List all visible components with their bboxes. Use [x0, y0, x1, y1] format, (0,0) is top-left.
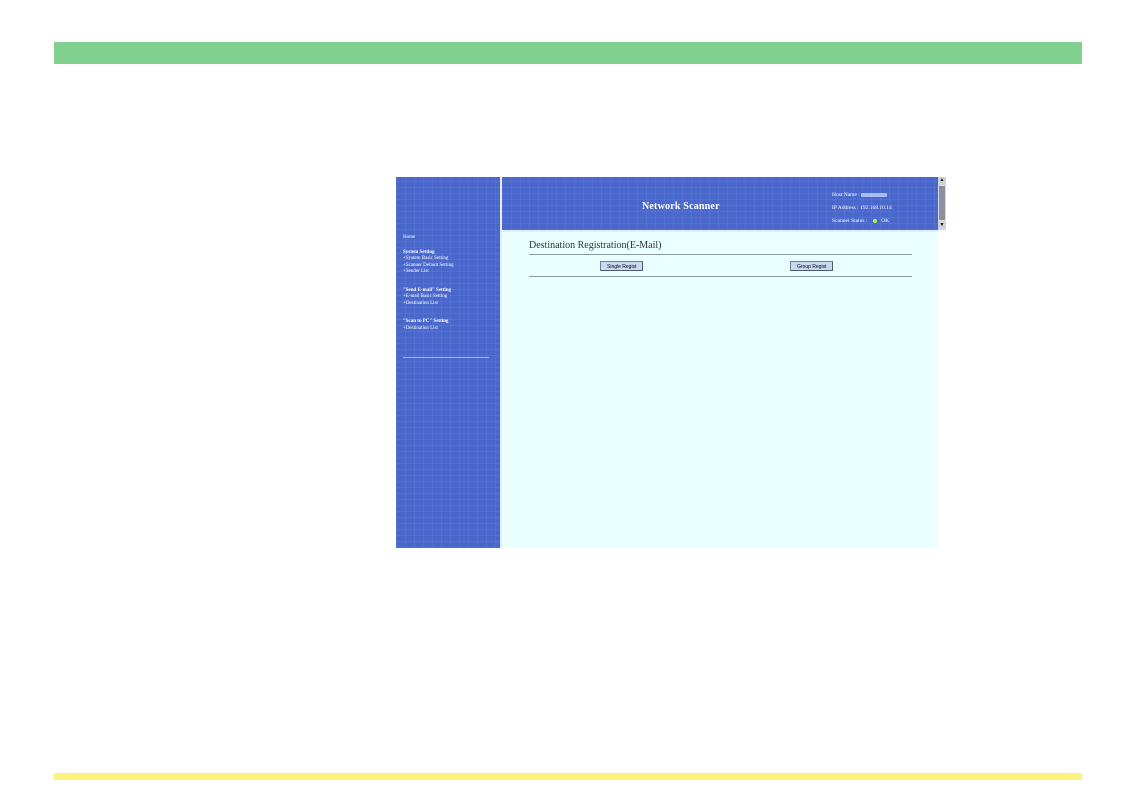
app-title: Network Scanner [642, 201, 720, 212]
ip-address-row: IP Address : 192.168.10.14 [832, 202, 892, 215]
scanner-status-row: Scanner Status : OK [832, 215, 892, 228]
down-arrow-icon[interactable]: ▼ [938, 222, 946, 230]
main-content: Destination Registration(E-Mail) Single … [502, 232, 938, 548]
browser-screenshot: Home System Setting +System Basic Settin… [396, 177, 946, 549]
up-arrow-icon[interactable]: ▲ [938, 177, 946, 185]
host-name-label: Host Name : [832, 192, 860, 198]
top-decorative-band [54, 42, 1082, 64]
banner-scrollbar[interactable]: ▲ ▼ [938, 177, 946, 230]
host-name-value-redacted [861, 192, 888, 197]
single-regist-button[interactable]: Single Regist [600, 261, 644, 271]
nav-item-pc-destination-list[interactable]: +Destination List [403, 326, 495, 333]
top-rule [529, 254, 912, 255]
host-name-row: Host Name : [832, 189, 892, 202]
sidebar-nav: Home System Setting +System Basic Settin… [396, 177, 501, 548]
scanner-info: Host Name : IP Address : 192.168.10.14 S… [832, 189, 892, 228]
ip-address-value: 192.168.10.14 [860, 205, 892, 211]
scanner-status-value: OK [881, 218, 890, 224]
group-regist-button[interactable]: Group Regist [790, 261, 834, 271]
scrollbar-thumb[interactable] [939, 186, 945, 220]
page-title: Destination Registration(E-Mail) [529, 240, 662, 251]
ip-address-label: IP Address : [832, 205, 859, 211]
status-dot-icon [872, 218, 877, 223]
bottom-decorative-band [54, 773, 1082, 780]
bottom-rule [529, 276, 912, 277]
nav-home-link[interactable]: Home [403, 235, 495, 242]
header-banner: Network Scanner Host Name : IP Address :… [502, 177, 938, 230]
scanner-status-label: Scanner Status : [832, 218, 868, 224]
nav-divider [403, 357, 489, 358]
